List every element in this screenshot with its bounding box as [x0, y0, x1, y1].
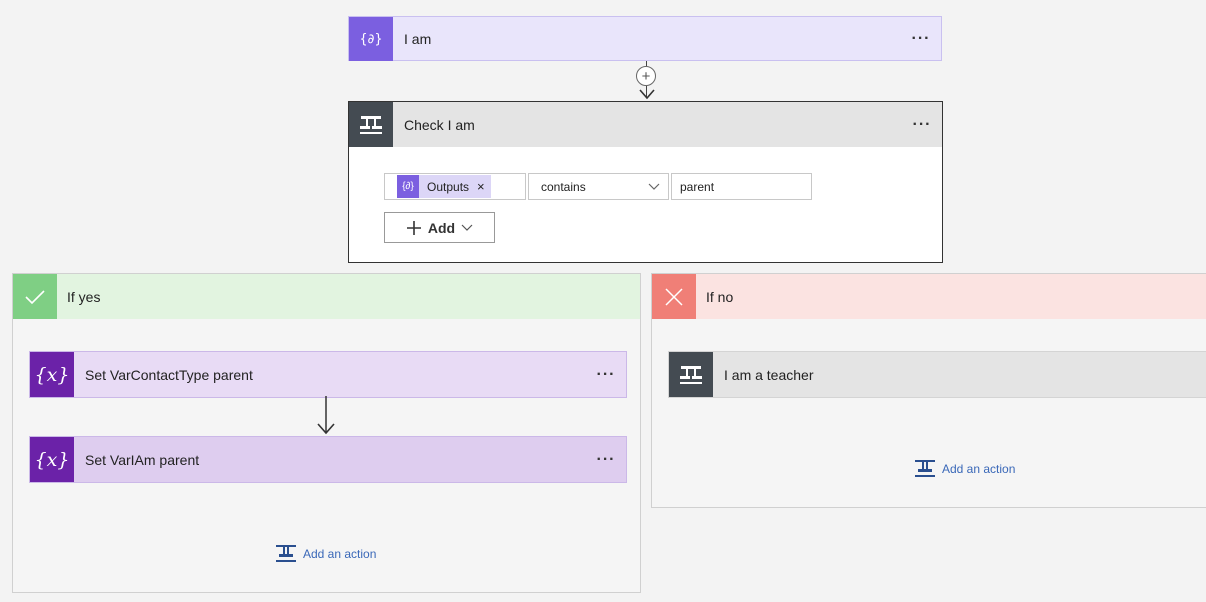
chevron-down-icon: [648, 183, 660, 190]
condition-right-operand[interactable]: parent: [671, 173, 812, 200]
more-options-button[interactable]: ···: [586, 366, 626, 384]
set-variable-action[interactable]: {x} Set VarIAm parent ···: [29, 436, 627, 483]
branch-header: If no: [652, 274, 1206, 319]
condition-action-i-am-a-teacher[interactable]: I am a teacher: [668, 351, 1206, 398]
add-action-label: Add an action: [942, 462, 1016, 476]
checkmark-icon: [13, 274, 57, 319]
compose-step-i-am[interactable]: {∂} I am ···: [348, 16, 942, 61]
add-action-button[interactable]: Add an action: [275, 544, 376, 564]
add-action-button[interactable]: Add an action: [914, 459, 1015, 479]
variable-icon: {x}: [30, 352, 74, 397]
branch-if-yes: If yes {x} Set VarContactType parent ···…: [12, 273, 641, 593]
set-variable-action[interactable]: {x} Set VarContactType parent ···: [29, 351, 627, 398]
step-title: Check I am: [404, 116, 475, 133]
token-label: Outputs: [427, 179, 470, 194]
branch-label: If yes: [67, 288, 101, 305]
add-action-label: Add an action: [303, 547, 377, 561]
condition-icon: [349, 102, 393, 147]
operator-value: contains: [541, 179, 586, 194]
action-title: Set VarIAm parent: [85, 451, 200, 468]
compose-icon: {∂}: [349, 17, 393, 61]
variable-icon: {x}: [30, 437, 74, 482]
svg-text:{∂}: {∂}: [360, 32, 382, 47]
branch-label: If no: [706, 288, 734, 305]
add-condition-button[interactable]: Add: [384, 212, 495, 243]
more-options-button[interactable]: ···: [902, 116, 942, 134]
add-action-icon: [276, 545, 296, 562]
arrow-down-icon: [639, 89, 655, 100]
add-action-icon: [915, 460, 935, 477]
condition-icon: [669, 352, 713, 397]
branch-header: If yes: [13, 274, 640, 319]
operand-value: parent: [680, 179, 715, 194]
remove-token-button[interactable]: ×: [469, 179, 485, 194]
branch-if-no: If no I am a teacher Add an action: [651, 273, 1206, 508]
action-title: Set VarContactType parent: [85, 366, 253, 383]
action-title: I am a teacher: [724, 366, 814, 383]
insert-step-button[interactable]: +: [636, 66, 656, 86]
plus-icon: [406, 220, 421, 235]
step-title: I am: [404, 31, 432, 47]
more-options-button[interactable]: ···: [901, 30, 941, 48]
chevron-down-icon: [461, 224, 473, 231]
compose-icon: {∂}: [397, 175, 419, 198]
dynamic-content-token[interactable]: {∂} Outputs ×: [397, 175, 491, 198]
add-label: Add: [427, 219, 456, 236]
operator-dropdown[interactable]: contains: [528, 173, 669, 200]
arrow-down-icon: [317, 396, 335, 435]
condition-step-check-i-am[interactable]: Check I am ··· {∂} Outputs × contains pa…: [348, 101, 943, 263]
condition-left-operand[interactable]: {∂} Outputs ×: [384, 173, 526, 200]
close-icon: [652, 274, 696, 319]
more-options-button[interactable]: ···: [586, 451, 626, 469]
